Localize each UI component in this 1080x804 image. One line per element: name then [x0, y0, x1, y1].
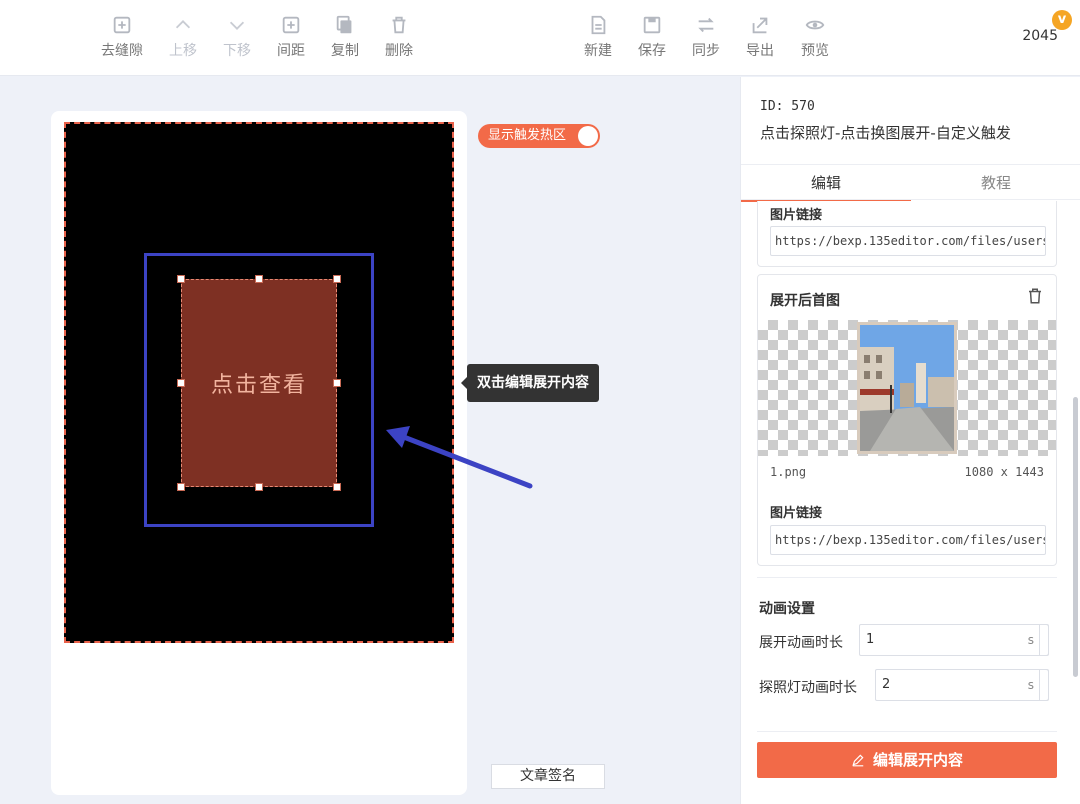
- delete-button[interactable]: 删除: [371, 14, 427, 60]
- expand-duration-value: 1: [866, 632, 875, 647]
- resize-handle-top[interactable]: [255, 275, 263, 283]
- expand-duration-stepper[interactable]: [1039, 624, 1049, 656]
- component-id: ID: 570: [760, 99, 815, 114]
- expand-duration-input[interactable]: 1 s: [859, 624, 1049, 656]
- animation-settings-title: 动画设置: [759, 601, 815, 617]
- export-button[interactable]: 导出: [732, 14, 788, 60]
- trash-icon[interactable]: [1026, 286, 1044, 310]
- image-file-name: 1.png: [770, 465, 807, 479]
- spotlight-duration-unit: s: [1027, 678, 1034, 692]
- trash-icon: [371, 14, 427, 38]
- eye-icon: [787, 14, 843, 38]
- show-hotspot-label: 显示触发热区: [488, 128, 567, 143]
- resize-handle-right[interactable]: [333, 379, 341, 387]
- export-icon: [732, 14, 788, 38]
- toggle-knob: [578, 126, 598, 146]
- new-button[interactable]: 新建: [570, 14, 626, 60]
- remove-gap-label: 去缝隙: [101, 43, 143, 59]
- spotlight-duration-stepper[interactable]: [1039, 669, 1049, 701]
- plus-square-icon: [263, 14, 319, 38]
- sync-button[interactable]: 同步: [678, 14, 734, 60]
- image-link-input[interactable]: https://bexp.135editor.com/files/users/0: [770, 226, 1046, 256]
- settings-panel: ID: 570 点击探照灯-点击换图展开-自定义触发 编辑 教程 图片链接 ht…: [740, 77, 1080, 804]
- delete-label: 删除: [385, 43, 413, 59]
- expanded-image-preview[interactable]: [857, 322, 957, 454]
- street-photo-icon: [860, 325, 954, 451]
- preview-label: 预览: [801, 43, 829, 59]
- new-label: 新建: [584, 43, 612, 59]
- chevron-down-icon: [209, 14, 265, 38]
- section-divider: [757, 577, 1057, 578]
- panel-scroll-area[interactable]: 图片链接 https://bexp.135editor.com/files/us…: [741, 201, 1080, 804]
- top-toolbar: 去缝隙 上移 下移 间距 复制 删除 新建 保存 同步 导出 预览 2045 v: [0, 0, 1080, 76]
- spacing-label: 间距: [277, 43, 305, 59]
- export-label: 导出: [746, 43, 774, 59]
- expand-duration-unit: s: [1027, 633, 1034, 647]
- panel-tabs: 编辑 教程: [741, 164, 1080, 202]
- chevron-up-icon: [155, 14, 211, 38]
- image-link-label: 图片链接: [770, 208, 823, 223]
- annotation-arrow-icon: [386, 426, 533, 489]
- resize-handle-bottom[interactable]: [255, 483, 263, 491]
- resize-handle-bottom-right[interactable]: [333, 483, 341, 491]
- edit-tooltip: 双击编辑展开内容: [461, 364, 599, 402]
- trigger-hotspot[interactable]: 点击查看: [181, 279, 337, 487]
- spotlight-duration-value: 2: [882, 677, 891, 692]
- signature-button[interactable]: 文章签名: [491, 764, 605, 789]
- expanded-image-title: 展开后首图: [770, 293, 840, 309]
- score-count: 2045: [1022, 28, 1058, 44]
- component-title: 点击探照灯-点击换图展开-自定义触发: [760, 124, 1011, 142]
- section-divider: [757, 731, 1057, 732]
- copy-icon: [317, 14, 373, 38]
- move-up-button[interactable]: 上移: [155, 14, 211, 60]
- resize-handle-bottom-left[interactable]: [177, 483, 185, 491]
- image-dimensions: 1080 x 1443: [964, 465, 1044, 479]
- edit-expanded-content-button[interactable]: 编辑展开内容: [757, 742, 1057, 778]
- spacing-button[interactable]: 间距: [263, 14, 319, 60]
- file-icon: [570, 14, 626, 38]
- plus-square-icon: [94, 14, 150, 38]
- hotspot-text: 点击查看: [210, 373, 307, 398]
- expand-duration-label: 展开动画时长: [759, 635, 843, 651]
- resize-handle-top-right[interactable]: [333, 275, 341, 283]
- vip-badge[interactable]: v: [1052, 10, 1072, 30]
- copy-label: 复制: [331, 43, 359, 59]
- pencil-icon: [851, 744, 865, 780]
- save-label: 保存: [638, 43, 666, 59]
- panel-scrollbar[interactable]: [1073, 397, 1078, 677]
- tab-tutorial[interactable]: 教程: [911, 165, 1080, 201]
- sync-icon: [678, 14, 734, 38]
- edit-expanded-content-label: 编辑展开内容: [872, 751, 963, 769]
- sync-label: 同步: [692, 43, 720, 59]
- save-button[interactable]: 保存: [624, 14, 680, 60]
- expanded-image-link-input[interactable]: https://bexp.135editor.com/files/users/0: [770, 525, 1046, 555]
- preview-button[interactable]: 预览: [787, 14, 843, 60]
- resize-handle-left[interactable]: [177, 379, 185, 387]
- copy-button[interactable]: 复制: [317, 14, 373, 60]
- tab-edit[interactable]: 编辑: [741, 165, 911, 202]
- image-link-card: 图片链接 https://bexp.135editor.com/files/us…: [757, 201, 1057, 267]
- spotlight-duration-input[interactable]: 2 s: [875, 669, 1049, 701]
- expanded-image-link-label: 图片链接: [770, 506, 823, 521]
- save-icon: [624, 14, 680, 38]
- resize-handle-top-left[interactable]: [177, 275, 185, 283]
- expanded-image-card: 展开后首图 1.png 1080 x 1443 图片链接 https://bex…: [757, 274, 1057, 566]
- move-up-label: 上移: [169, 43, 197, 59]
- move-down-button[interactable]: 下移: [209, 14, 265, 60]
- remove-gap-button[interactable]: 去缝隙: [94, 14, 150, 60]
- transparent-background: [758, 320, 1056, 456]
- spotlight-duration-label: 探照灯动画时长: [759, 680, 857, 696]
- show-hotspot-toggle[interactable]: 显示触发热区: [478, 124, 600, 148]
- move-down-label: 下移: [223, 43, 251, 59]
